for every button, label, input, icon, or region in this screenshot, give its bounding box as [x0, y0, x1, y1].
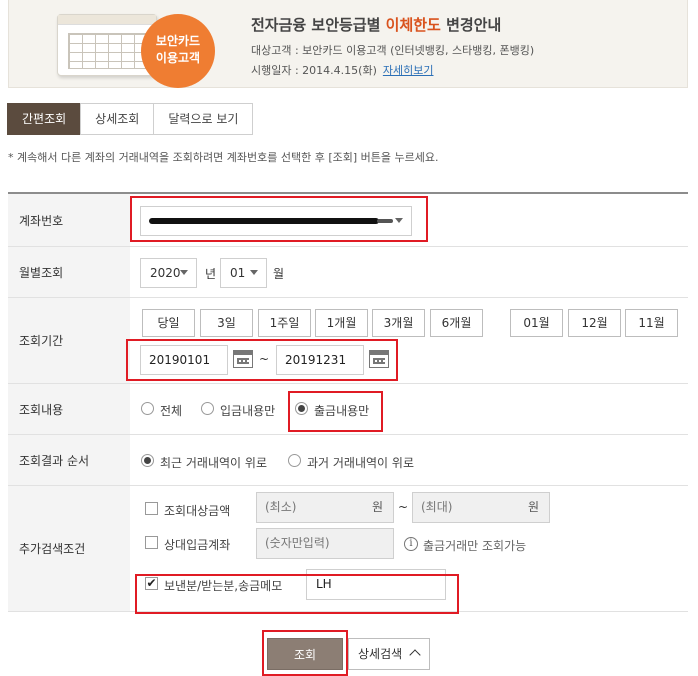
row-content: 조회내용 전체 입금내용만 출금내용만	[8, 384, 688, 435]
radio-recent-first[interactable]	[141, 454, 154, 467]
calendar-icon[interactable]	[233, 350, 253, 368]
month-select[interactable]: 01	[220, 258, 267, 288]
amount-label: 조회대상금액	[164, 504, 231, 518]
promo-banner[interactable]: 보안카드 이용고객 전자금융 보안등급별 이체한도 변경안내 대상고객 : 보안…	[8, 0, 688, 88]
search-form: 계좌번호 월별조회 2020 년 01 월 조회기간 당일 3일 1주일 1개월…	[8, 192, 688, 612]
month-12-button[interactable]: 12월	[568, 309, 621, 337]
counter-account-placeholder: (숫자만입력)	[265, 536, 330, 550]
masked-account-suffix	[377, 219, 393, 223]
tab-simple[interactable]: 간편조회	[7, 103, 82, 135]
account-select[interactable]	[140, 206, 412, 236]
banner-date: 시행일자 : 2014.4.15(화)	[251, 64, 377, 77]
amount-max-input[interactable]: (최대) 원	[412, 492, 550, 523]
radio-withdrawal-label: 출금내용만	[314, 404, 370, 418]
tab-detail[interactable]: 상세조회	[80, 103, 155, 135]
chevron-down-icon	[395, 218, 403, 223]
security-card-badge: 보안카드 이용고객	[141, 14, 215, 88]
amount-max-placeholder: (최대)	[421, 500, 453, 514]
radio-recent-first-label: 최근 거래내역이 위로	[160, 456, 267, 470]
row-extra: 추가검색조건 조회대상금액 (최소) 원 ~ (최대) 원 상대입금계좌 (숫자…	[8, 486, 688, 612]
period-label: 조회기간	[8, 298, 130, 383]
amount-min-input[interactable]: (최소) 원	[256, 492, 394, 523]
month-unit: 월	[273, 267, 285, 281]
period-3month-button[interactable]: 3개월	[372, 309, 425, 337]
banner-target-line: 대상고객 : 보안카드 이용고객 (인터넷뱅킹, 스타뱅킹, 폰뱅킹)	[251, 44, 535, 57]
chevron-down-icon	[250, 270, 258, 275]
tab-calendar[interactable]: 달력으로 보기	[153, 103, 254, 135]
memo-checkbox[interactable]: ✔	[145, 577, 158, 590]
view-tabs: 간편조회 상세조회 달력으로 보기	[7, 103, 254, 135]
counter-account-info: 출금거래만 조회가능	[423, 539, 527, 553]
amount-min-placeholder: (최소)	[265, 500, 297, 514]
date-separator: ~	[259, 352, 270, 366]
badge-line-1: 보안카드	[155, 34, 201, 48]
start-date-input[interactable]: 20190101	[140, 345, 228, 375]
radio-withdrawal[interactable]	[295, 402, 308, 415]
month-value: 01	[230, 266, 246, 280]
info-icon: i	[404, 537, 418, 551]
banner-title-prefix: 전자금융 보안등급별	[251, 16, 386, 34]
radio-oldest-first[interactable]	[288, 454, 301, 467]
period-1month-button[interactable]: 1개월	[315, 309, 368, 337]
month-11-button[interactable]: 11월	[625, 309, 678, 337]
account-label: 계좌번호	[8, 194, 130, 246]
extra-label: 추가검색조건	[8, 486, 130, 611]
counter-account-label: 상대입금계좌	[164, 538, 231, 552]
banner-title-suffix: 변경안내	[440, 16, 502, 34]
amount-min-unit: 원	[371, 500, 383, 514]
year-value: 2020	[150, 266, 181, 280]
amount-checkbox[interactable]	[145, 502, 158, 515]
row-period: 조회기간 당일 3일 1주일 1개월 3개월 6개월 01월 12월 11월 2…	[8, 298, 688, 384]
period-today-button[interactable]: 당일	[142, 309, 195, 337]
counter-account-checkbox[interactable]	[145, 536, 158, 549]
radio-deposit[interactable]	[201, 402, 214, 415]
amount-max-unit: 원	[527, 500, 539, 514]
month-01-button[interactable]: 01월	[510, 309, 563, 337]
memo-label: 보낸분/받는분,송금메모	[164, 579, 283, 593]
radio-all-label: 전체	[160, 404, 183, 418]
content-label: 조회내용	[8, 384, 130, 434]
detail-search-button[interactable]: 상세검색	[348, 638, 430, 670]
radio-oldest-first-label: 과거 거래내역이 위로	[307, 456, 414, 470]
year-unit: 년	[205, 267, 217, 281]
amount-separator: ~	[398, 500, 409, 514]
radio-deposit-label: 입금내용만	[220, 404, 276, 418]
month-label: 월별조회	[8, 247, 130, 297]
search-button[interactable]: 조회	[267, 638, 343, 670]
banner-date-line: 시행일자 : 2014.4.15(화) 자세히보기	[251, 62, 433, 78]
counter-account-input[interactable]: (숫자만입력)	[256, 528, 394, 559]
period-1week-button[interactable]: 1주일	[258, 309, 311, 337]
badge-line-2: 이용고객	[155, 51, 201, 65]
memo-input[interactable]: LH	[306, 569, 446, 600]
period-3day-button[interactable]: 3일	[200, 309, 253, 337]
banner-title: 전자금융 보안등급별 이체한도 변경안내	[251, 14, 501, 35]
row-account: 계좌번호	[8, 194, 688, 247]
row-order: 조회결과 순서 최근 거래내역이 위로 과거 거래내역이 위로	[8, 435, 688, 486]
year-select[interactable]: 2020	[140, 258, 197, 288]
chevron-down-icon	[180, 270, 188, 275]
masked-account-number	[149, 218, 379, 224]
order-label: 조회결과 순서	[8, 435, 130, 485]
detail-link[interactable]: 자세히보기	[383, 64, 434, 77]
calendar-icon[interactable]	[369, 350, 389, 368]
row-month: 월별조회 2020 년 01 월	[8, 247, 688, 298]
banner-title-highlight: 이체한도	[385, 16, 441, 34]
radio-all[interactable]	[141, 402, 154, 415]
detail-search-label: 상세검색	[358, 647, 403, 661]
end-date-input[interactable]: 20191231	[276, 345, 364, 375]
chevron-up-icon	[409, 649, 421, 661]
period-6month-button[interactable]: 6개월	[430, 309, 483, 337]
instruction-note: * 계속해서 다른 계좌의 거래내역을 조회하려면 계좌번호를 선택한 후 [조…	[8, 151, 439, 164]
